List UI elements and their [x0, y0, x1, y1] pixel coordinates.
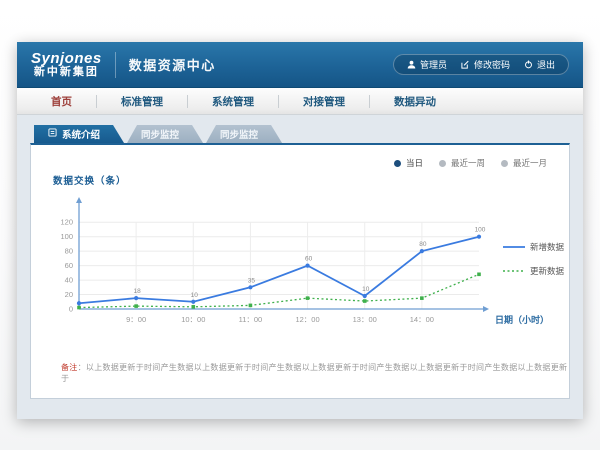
footnote-prefix: 备注 [61, 363, 78, 372]
footnote-text: ：以上数据更新于时间产生数据以上数据更新于时间产生数据以上数据更新于时间产生数据… [61, 363, 567, 383]
svg-text:14：00: 14：00 [410, 315, 434, 324]
nav-item-3[interactable]: 系统管理 [188, 94, 278, 109]
svg-text:新增数据: 新增数据 [530, 242, 565, 252]
svg-text:12：00: 12：00 [295, 315, 319, 324]
user-name-label: 管理员 [420, 58, 447, 71]
tab-label: 同步监控 [141, 127, 179, 141]
svg-text:20: 20 [65, 290, 73, 299]
svg-text:10：00: 10：00 [181, 315, 205, 324]
company-logo: Synjones 新中新集团 [31, 51, 102, 78]
nav-item-5[interactable]: 数据异动 [370, 94, 460, 109]
logout-label: 退出 [537, 58, 555, 71]
browser-page: Synjones 新中新集团 数据资源中心 管理员 修改密码 [17, 42, 583, 419]
svg-text:18: 18 [134, 288, 142, 295]
svg-text:0: 0 [69, 305, 73, 314]
tab-label: 系统介绍 [62, 127, 100, 141]
svg-text:80: 80 [419, 241, 427, 248]
chart-y-axis-title: 数据交换（条） [53, 173, 569, 187]
page-title: 数据资源中心 [129, 55, 216, 74]
edit-icon [461, 60, 470, 69]
tab-label: 同步监控 [220, 127, 258, 141]
radio-最近一月[interactable]: 最近一月 [501, 157, 547, 169]
power-icon [524, 60, 533, 69]
line-chart: 0 20 40 60 80 100 120 9：00 10：00 11：00 12：00 13：00 1… [41, 189, 563, 356]
svg-text:10: 10 [362, 286, 370, 293]
radio-dot-icon [501, 160, 508, 167]
radio-label: 最近一月 [513, 157, 547, 169]
radio-label: 当日 [406, 157, 423, 169]
radio-label: 最近一周 [451, 157, 485, 169]
tab-1[interactable]: 系统介绍 [34, 125, 124, 143]
change-password-button[interactable]: 修改密码 [461, 58, 510, 71]
svg-text:40: 40 [65, 276, 73, 285]
svg-text:13：00: 13：00 [353, 315, 377, 324]
user-toolbar: 管理员 修改密码 退出 [393, 54, 569, 75]
nav-item-1[interactable]: 首页 [27, 94, 96, 109]
main-nav: 首页标准管理系统管理对接管理数据异动 [17, 88, 583, 115]
svg-text:120: 120 [60, 218, 73, 227]
system-intro-panel: 当日 最近一周 最近一月 数据交换（条） 0 20 40 60 80 100 120 9：00 10… [30, 143, 570, 399]
nav-item-4[interactable]: 对接管理 [279, 94, 369, 109]
app-header: Synjones 新中新集团 数据资源中心 管理员 修改密码 [17, 42, 583, 88]
svg-text:11：00: 11：00 [239, 315, 263, 324]
svg-text:60: 60 [65, 261, 73, 270]
change-password-label: 修改密码 [474, 58, 510, 71]
radio-最近一周[interactable]: 最近一周 [439, 157, 485, 169]
logo-subtitle: 新中新集团 [34, 67, 99, 79]
svg-text:9：00: 9：00 [126, 315, 146, 324]
radio-dot-icon [439, 160, 446, 167]
time-range-filters: 当日 最近一周 最近一月 [31, 145, 569, 169]
radio-dot-icon [394, 160, 401, 167]
svg-text:35: 35 [248, 277, 256, 284]
logout-button[interactable]: 退出 [524, 58, 555, 71]
svg-text:更新数据: 更新数据 [530, 266, 565, 276]
tab-strip: 系统介绍 同步监控 同步监控 [34, 125, 570, 143]
form-icon [48, 128, 57, 140]
header-divider [115, 52, 116, 78]
current-user[interactable]: 管理员 [407, 58, 447, 71]
user-icon [407, 60, 416, 69]
radio-当日[interactable]: 当日 [394, 157, 423, 169]
svg-text:10: 10 [191, 292, 199, 299]
footnote: 备注：以上数据更新于时间产生数据以上数据更新于时间产生数据以上数据更新于时间产生… [61, 362, 569, 384]
svg-text:80: 80 [65, 247, 73, 256]
tab-2[interactable]: 同步监控 [127, 125, 203, 143]
content-area: 系统介绍 同步监控 同步监控 当日 最近一周 最近一月 数据交换（条） 0 20 40 60 8… [17, 115, 583, 419]
svg-text:60: 60 [305, 256, 313, 263]
nav-item-2[interactable]: 标准管理 [97, 94, 187, 109]
svg-text:100: 100 [475, 227, 486, 234]
logo-name: Synjones [31, 51, 102, 67]
svg-text:日期（小时）: 日期（小时） [495, 314, 549, 325]
tab-3[interactable]: 同步监控 [206, 125, 282, 143]
svg-text:100: 100 [60, 232, 73, 241]
